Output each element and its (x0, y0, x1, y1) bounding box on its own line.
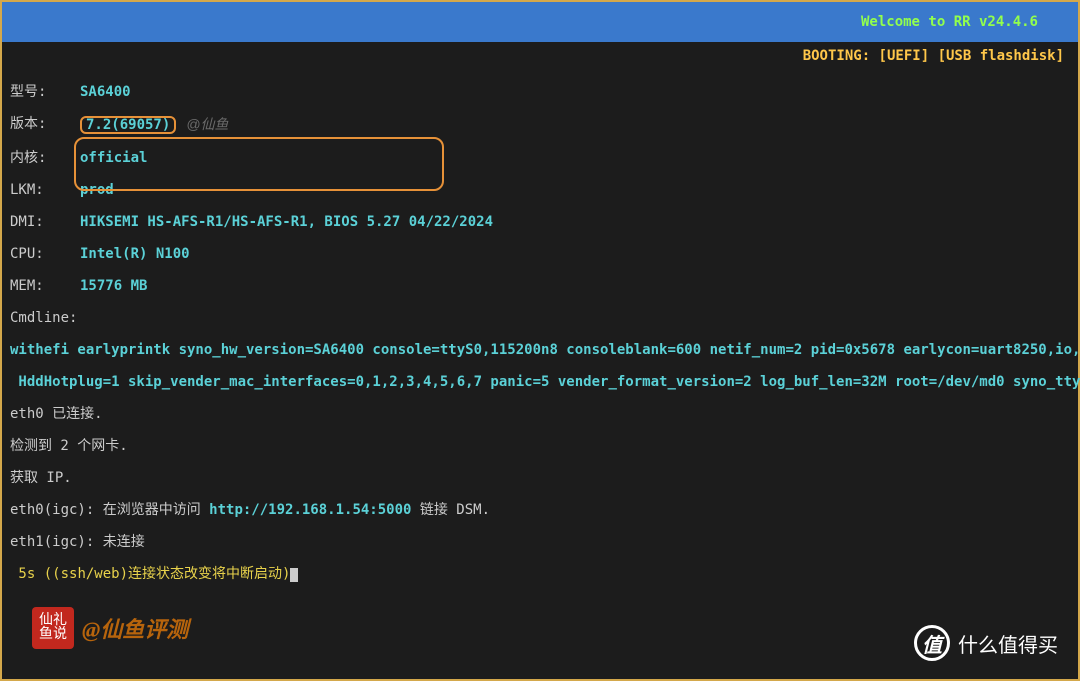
row-mem: MEM:15776 MB (10, 278, 1070, 294)
mem-value: 15776 MB (80, 278, 147, 294)
eth0-connected: eth0 已连接. (10, 406, 1070, 422)
eth1-status: eth1(igc): 未连接 (10, 534, 1070, 550)
dmi-value: HIKSEMI HS-AFS-R1/HS-AFS-R1, BIOS 5.27 0… (80, 214, 493, 230)
cmdline-2: HddHotplug=1 skip_vender_mac_interfaces=… (10, 374, 1070, 390)
row-cpu: CPU:Intel(R) N100 (10, 246, 1070, 262)
nic-detected: 检测到 2 个网卡. (10, 438, 1070, 454)
countdown-seconds: 5s (10, 566, 35, 582)
row-version: 版本:7.2(69057)@仙鱼 (10, 116, 1070, 134)
cursor-icon (290, 568, 298, 582)
row-model: 型号:SA6400 (10, 84, 1070, 100)
smzdm-text: 什么值得买 (958, 629, 1058, 658)
terminal-content: 型号:SA6400 版本:7.2(69057)@仙鱼 内核:official L… (2, 66, 1078, 600)
kernel-value: official (80, 150, 147, 166)
row-lkm: LKM:prod (10, 182, 1070, 198)
seal-icon: 仙礼 鱼说 (32, 607, 74, 649)
model-value: SA6400 (80, 84, 131, 100)
dsm-url[interactable]: http://192.168.1.54:5000 (209, 502, 411, 518)
cpu-value: Intel(R) N100 (80, 246, 190, 262)
cmdline-1: withefi earlyprintk syno_hw_version=SA64… (10, 342, 1070, 358)
smzdm-icon: 值 (914, 625, 950, 661)
smzdm-watermark: 值 什么值得买 (914, 625, 1058, 661)
eth0-access: eth0(igc): 在浏览器中访问 http://192.168.1.54:5… (10, 502, 1070, 518)
bottom-watermark: 仙礼 鱼说 @仙鱼评测 (32, 607, 188, 649)
row-kernel: 内核:official (10, 150, 1070, 166)
row-dmi: DMI:HIKSEMI HS-AFS-R1/HS-AFS-R1, BIOS 5.… (10, 214, 1070, 230)
welcome-banner: Welcome to RR v24.4.6 (2, 2, 1078, 42)
inline-watermark: @仙鱼 (186, 116, 228, 134)
booting-line: BOOTING: [UEFI] [USB flashdisk] (2, 42, 1078, 66)
watermark-text: @仙鱼评测 (82, 612, 188, 644)
welcome-text: Welcome to RR v24.4.6 (861, 14, 1038, 30)
get-ip: 获取 IP. (10, 470, 1070, 486)
lkm-value: prod (80, 182, 114, 198)
version-value: 7.2(69057) (86, 117, 170, 133)
countdown-line: 5s ((ssh/web)连接状态改变将中断启动) (10, 566, 1070, 582)
cmdline-label: Cmdline: (10, 310, 1070, 326)
